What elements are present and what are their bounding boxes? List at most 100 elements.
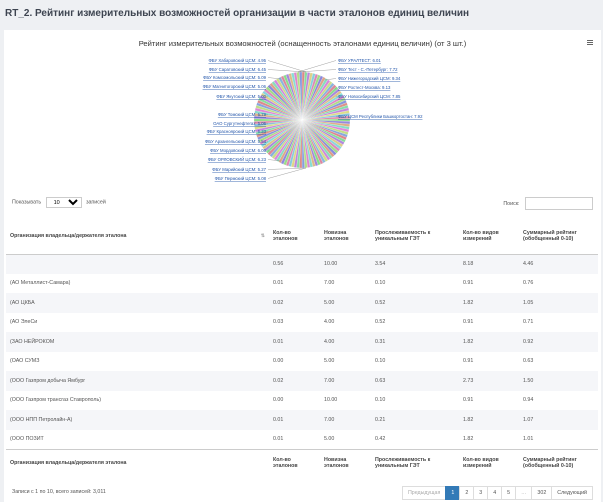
page-size-control: Показывать 10 записей xyxy=(12,197,106,208)
pie-data-label[interactable]: ФБУ ЦСМ Республики Башкортостан: 7.92 xyxy=(338,114,423,119)
search-control: Поиск: xyxy=(503,197,593,210)
pie-data-label[interactable]: ФБУ Архангельский ЦСМ: 5.54 xyxy=(205,139,267,144)
col-standards-count[interactable]: Кол-во эталонов xyxy=(269,218,320,255)
label-connector xyxy=(267,167,307,179)
table-cell: 0.31 xyxy=(375,338,386,345)
table-cell: 1.01 xyxy=(523,436,534,442)
table-cell: 10.00 xyxy=(324,397,338,404)
table-cell: 5.00 xyxy=(324,299,335,306)
pie-data-label[interactable]: ФБУ Мордовский ЦСМ: 6.06 xyxy=(210,148,267,153)
pie-data-label[interactable]: ФБУ УРАЛТЕСТ: 6.01 xyxy=(338,58,381,63)
table-cell: 0.10 xyxy=(375,358,386,365)
table-cell: 0.01 xyxy=(273,436,284,442)
table-cell: 4.00 xyxy=(324,319,335,326)
pie-data-label[interactable]: ФБУ Комсомольский ЦСМ: 5.09 xyxy=(203,75,267,80)
table-row[interactable]: (АО Металлист-Самара) 0.01 7.00 0.10 0.91 0.7… xyxy=(6,273,598,293)
table-row[interactable]: (ООО НПП Петролайн-А) 0.01 7.00 0.21 1.82 1.0… xyxy=(6,410,598,430)
label-connector xyxy=(267,167,307,170)
page-button[interactable]: 3 xyxy=(473,486,489,500)
col-measurement-types[interactable]: Кол-во видов измерений xyxy=(459,218,519,255)
table-cell: 10.00 xyxy=(324,261,338,267)
col-total-rating[interactable]: Суммарный рейтинг (обобщенный 0-10) xyxy=(519,218,598,255)
footer-standards-count: Кол-во эталонов xyxy=(269,448,320,477)
pie-data-label[interactable]: ФБУ Магнитогорский ЦСМ: 5.06 xyxy=(203,84,267,89)
table-cell: 0.52 xyxy=(375,319,386,326)
table-row[interactable]: (ООО ПОЗИТ 0.01 5.00 0.42 1.82 1.01 xyxy=(6,429,598,449)
table-cell: 7.00 xyxy=(324,416,335,423)
table-row[interactable]: (ООО Газпром добыча Ямбург 0.02 7.00 0.63 2.… xyxy=(6,371,598,391)
pie-data-label[interactable]: ФБУ Тест - С.-Петербург: 7.72 xyxy=(338,67,398,72)
table-cell: 0.94 xyxy=(523,397,534,404)
table-cell: (ООО Газпром трансгаз Ставрополь) xyxy=(10,397,102,404)
table-row[interactable]: (ЗАО НЕЙРОКОМ 0.01 4.00 0.31 1.82 0.92 xyxy=(6,332,598,352)
pie-data-label[interactable]: ФБУ Марийский ЦСМ: 5.27 xyxy=(212,167,266,172)
table-cell: 1.82 xyxy=(463,299,474,306)
table-cell: 0.00 xyxy=(273,358,284,365)
col-organization[interactable]: Организация владельца/держателя эталона ⇅ xyxy=(6,218,269,255)
table-cell: (ОАО СУМЗ xyxy=(10,358,40,365)
search-label: Поиск: xyxy=(503,200,520,207)
table-cell: 4.46 xyxy=(523,261,534,267)
col-novelty[interactable]: Новизна эталонов xyxy=(320,218,371,255)
footer-measurement-types: Кол-во видов измерений xyxy=(459,448,519,477)
pie-data-label[interactable]: ФБУ ОРЛОВСКИЙ ЦСМ: 6.23 xyxy=(208,157,267,162)
table-cell: 0.56 xyxy=(273,261,284,267)
pie-data-label[interactable]: ФБУ Нижегородский ЦСМ: 9.34 xyxy=(338,76,401,81)
pie-data-label[interactable]: ФБУ Ростест-Москва: 9.13 xyxy=(338,85,391,90)
page-button[interactable]: 2 xyxy=(459,486,475,500)
table-cell: 0.02 xyxy=(273,299,284,306)
page-ellipsis: … xyxy=(515,486,533,500)
table-cell: 0.10 xyxy=(375,280,386,287)
pie-data-label[interactable]: ФБУ Томский ЦСМ: 5.79 xyxy=(218,112,267,117)
table-cell: 0.02 xyxy=(273,377,284,384)
table-cell: 1.82 xyxy=(463,338,474,345)
table-row[interactable]: (ООО Газпром трансгаз Ставрополь) 0.00 10.… xyxy=(6,390,598,410)
table-row[interactable]: (ОАО СУМЗ 0.00 5.00 0.10 0.91 0.63 xyxy=(6,351,598,371)
label-connector xyxy=(297,69,337,73)
records-label: записей xyxy=(86,199,106,206)
pie-data-label[interactable]: ФБУ Хабаровский ЦСМ: 4.95 xyxy=(208,58,266,63)
page-button[interactable]: 1 xyxy=(445,486,461,500)
table-row[interactable]: (АО ЦКБА 0.02 5.00 0.52 1.82 1.05 xyxy=(6,293,598,313)
page-button[interactable]: 5 xyxy=(501,486,517,500)
table-cell: 0.91 xyxy=(463,319,474,326)
table-cell: 8.18 xyxy=(463,261,474,267)
pie-data-label[interactable]: ФБУ Якутский ЦСМ: 5.00 xyxy=(216,94,266,99)
table-cell: (АО Металлист-Самара) xyxy=(10,280,71,287)
pie-data-label[interactable]: ФБУ Красноярский ЦСМ: 6.33 xyxy=(207,129,267,134)
pie-data-label[interactable]: ФБУ Новосибирский ЦСМ: 7.85 xyxy=(338,94,401,99)
pie-data-label[interactable]: ОАО Сургутнефтегаз: 5.06 xyxy=(213,121,266,126)
table-cell: 1.07 xyxy=(523,416,534,423)
prev-page-button[interactable]: Предыдущая xyxy=(401,486,447,500)
label-connector xyxy=(267,60,307,73)
page-button[interactable]: 302 xyxy=(531,486,553,500)
pie-chart: ФБУ Хабаровский ЦСМ: 4.95 ФБУ Саратовский… xyxy=(203,58,423,181)
footer-organization: Организация владельца/держателя эталона xyxy=(6,448,269,477)
table-cell: 4.00 xyxy=(324,338,335,345)
table-cell: 0.63 xyxy=(375,377,386,384)
table-cell: 0.01 xyxy=(273,416,284,423)
table-cell: 0.91 xyxy=(463,358,474,365)
search-input[interactable] xyxy=(525,197,593,210)
table-cell: (ООО Газпром добыча Ямбург xyxy=(10,377,86,384)
table-cell: 0.01 xyxy=(273,338,284,345)
table-cell: 0.71 xyxy=(523,319,534,326)
report-card: Рейтинг измерительных возможностей (осна… xyxy=(4,30,601,502)
table-cell: (ООО НПП Петролайн-А) xyxy=(10,416,73,423)
col-traceability[interactable]: Прослеживаемость к уникальным ГЭТ xyxy=(371,218,459,255)
table-row[interactable]: 0.56 10.00 3.54 8.18 4.46 xyxy=(6,254,598,274)
table-header-row: Организация владельца/держателя эталона ⇅… xyxy=(6,218,598,255)
pie-data-label[interactable]: ФБУ Пермский ЦСМ: 5.08 xyxy=(215,176,267,181)
table-row[interactable]: (АО ЭлеСи 0.03 4.00 0.52 0.91 0.71 xyxy=(6,312,598,332)
table-cell: 5.00 xyxy=(324,436,335,442)
footer-traceability: Прослеживаемость к уникальным ГЭТ xyxy=(371,448,459,477)
page-size-select[interactable]: 10 xyxy=(45,197,82,208)
table-cell: 1.82 xyxy=(463,416,474,423)
table-cell: 1.05 xyxy=(523,299,534,306)
pie-data-label[interactable]: ФБУ Саратовский ЦСМ: 6.45 xyxy=(209,67,267,72)
pagination: Предыдущая 1 2 3 4 5 … 302 Следующий xyxy=(401,486,593,500)
table-cell: 0.21 xyxy=(375,416,386,423)
page-button[interactable]: 4 xyxy=(487,486,503,500)
table-cell: 0.52 xyxy=(375,299,386,306)
next-page-button[interactable]: Следующий xyxy=(551,486,593,500)
